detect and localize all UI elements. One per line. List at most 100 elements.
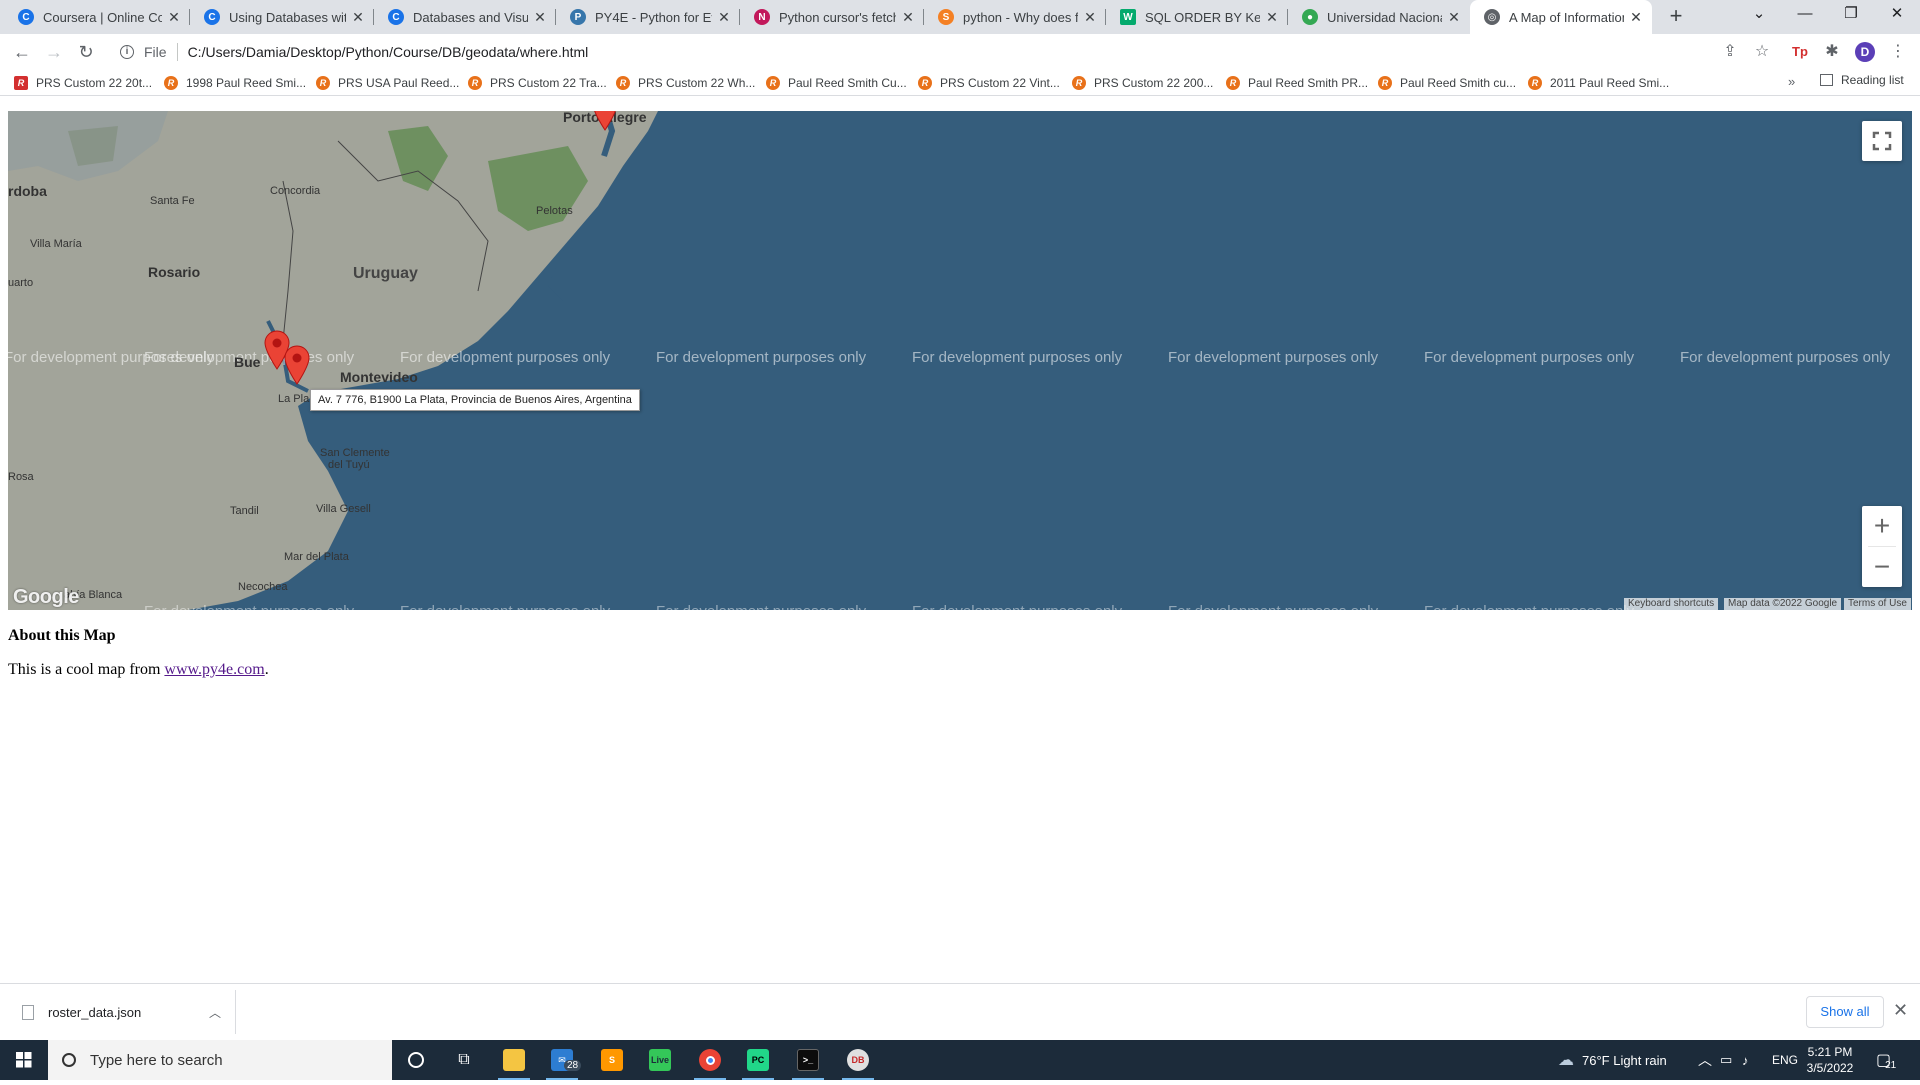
close-icon[interactable]: ✕: [1082, 9, 1098, 26]
back-arrow-icon[interactable]: ←: [8, 38, 36, 66]
bookmark-label: PRS Custom 22 Vint...: [940, 76, 1060, 90]
tab-coursera[interactable]: C Coursera | Online Cou ✕: [4, 0, 190, 34]
zoom-out-button[interactable]: −: [1862, 547, 1902, 587]
close-window-button[interactable]: ✕: [1874, 0, 1920, 30]
terms-of-use-link[interactable]: Terms of Use: [1844, 598, 1911, 610]
task-view-button[interactable]: ⧉: [440, 1040, 488, 1080]
bookmark-label: PRS Custom 22 Tra...: [490, 76, 607, 90]
bookmark-item[interactable]: R PRS Custom 22 200...: [1072, 73, 1213, 93]
bookmark-item[interactable]: R PRS Custom 22 Tra...: [468, 73, 607, 93]
menu-kebab-icon[interactable]: ⋮: [1886, 40, 1910, 64]
notifications-button[interactable]: ▢ 21: [1876, 1040, 1896, 1080]
profile-avatar[interactable]: D: [1855, 42, 1875, 62]
tab-search-chevron-icon[interactable]: ⌄: [1736, 0, 1782, 30]
pycharm-button[interactable]: PC: [734, 1040, 782, 1080]
bookmark-item[interactable]: R PRS USA Paul Reed...: [316, 73, 459, 93]
language-indicator[interactable]: ENG: [1772, 1040, 1798, 1080]
mail-button[interactable]: ✉ 28: [538, 1040, 586, 1080]
google-logo[interactable]: Google: [13, 586, 79, 609]
bookmark-item[interactable]: R 2011 Paul Reed Smi...: [1528, 73, 1669, 93]
cortana-button[interactable]: [392, 1040, 440, 1080]
live-server-button[interactable]: Live: [636, 1040, 684, 1080]
cortana-icon: [408, 1052, 424, 1068]
map-marker-pin[interactable]: [592, 111, 618, 131]
terminal-button[interactable]: >_: [784, 1040, 832, 1080]
tab-databases-visualization[interactable]: C Databases and Visuali ✕: [374, 0, 556, 34]
sqlite-browser-button[interactable]: DB: [834, 1040, 882, 1080]
close-icon[interactable]: ✕: [716, 9, 732, 26]
reverb-icon: R: [766, 76, 780, 90]
close-icon[interactable]: ✕: [166, 9, 182, 26]
close-icon[interactable]: ✕: [1264, 9, 1280, 26]
bookmark-item[interactable]: R Paul Reed Smith cu...: [1378, 73, 1516, 93]
about-paragraph: This is a cool map from www.py4e.com.: [8, 661, 269, 679]
fullscreen-button[interactable]: [1862, 121, 1902, 161]
close-icon[interactable]: ✕: [532, 9, 548, 26]
download-item[interactable]: roster_data.json ︿: [8, 990, 236, 1034]
tab-universidad[interactable]: ● Universidad Nacional ✕: [1288, 0, 1470, 34]
show-all-button[interactable]: Show all: [1806, 996, 1884, 1028]
place-label: Tandil: [230, 505, 259, 517]
bookmark-item[interactable]: R PRS Custom 22 Wh...: [616, 73, 755, 93]
place-label: San Clemente: [320, 447, 390, 459]
extensions-puzzle-icon[interactable]: ✱: [1820, 40, 1844, 64]
bookmark-label: Paul Reed Smith Cu...: [788, 76, 907, 90]
dev-watermark: For development purposes only: [400, 603, 610, 610]
bookmarks-overflow-button[interactable]: »: [1788, 74, 1795, 89]
weather-widget[interactable]: ☁ 76°F Light rain: [1558, 1040, 1667, 1080]
minimize-button[interactable]: —: [1782, 0, 1828, 30]
tab-py4e[interactable]: P PY4E - Python for Ever ✕: [556, 0, 740, 34]
reading-list-label: Reading list: [1841, 73, 1904, 87]
map-marker-pin[interactable]: [284, 345, 310, 385]
new-tab-button[interactable]: +: [1662, 3, 1690, 31]
share-icon[interactable]: ⇪: [1718, 40, 1742, 64]
bookmark-item[interactable]: R 1998 Paul Reed Smi...: [164, 73, 306, 93]
zoom-in-button[interactable]: +: [1862, 506, 1902, 546]
chevron-up-icon[interactable]: ︿: [209, 1004, 221, 1021]
tab-stackoverflow[interactable]: S python - Why does fe ✕: [924, 0, 1106, 34]
close-icon[interactable]: ✕: [900, 9, 916, 26]
tab-map-of-information[interactable]: ◎ A Map of Information ✕: [1470, 0, 1652, 34]
bookmarks-bar: R PRS Custom 22 20t... R 1998 Paul Reed Sm…: [0, 70, 1920, 96]
close-icon[interactable]: ✕: [1446, 9, 1462, 26]
bookmark-item[interactable]: R PRS Custom 22 20t...: [14, 73, 152, 93]
clock[interactable]: 5:21 PM 3/5/2022: [1800, 1044, 1860, 1076]
close-icon[interactable]: ✕: [350, 9, 366, 26]
close-icon[interactable]: ✕: [1628, 9, 1644, 26]
bookmark-item[interactable]: R Paul Reed Smith Cu...: [766, 73, 907, 93]
restore-button[interactable]: ❐: [1828, 0, 1874, 30]
volume-icon[interactable]: ♪: [1742, 1040, 1749, 1080]
bookmark-star-icon[interactable]: ☆: [1750, 40, 1774, 64]
google-map[interactable]: For development purposes only For develo…: [8, 111, 1912, 610]
bookmark-item[interactable]: R Paul Reed Smith PR...: [1226, 73, 1368, 93]
network-icon[interactable]: ▭: [1720, 1040, 1732, 1080]
address-bar[interactable]: i File C:/Users/Damia/Desktop/Python/Cou…: [108, 37, 1788, 67]
address-url[interactable]: C:/Users/Damia/Desktop/Python/Course/DB/…: [188, 44, 589, 60]
reading-list-button[interactable]: Reading list: [1820, 73, 1904, 87]
forward-arrow-icon[interactable]: →: [40, 38, 68, 66]
reload-icon[interactable]: ↻: [72, 38, 100, 66]
tab-python-cursor[interactable]: N Python cursor's fetcha ✕: [740, 0, 924, 34]
tab-title: Databases and Visuali: [413, 9, 528, 25]
sublime-button[interactable]: S: [588, 1040, 636, 1080]
start-button[interactable]: [0, 1040, 48, 1080]
place-label: Pelotas: [536, 205, 573, 217]
bookmark-item[interactable]: R PRS Custom 22 Vint...: [918, 73, 1060, 93]
extension-tp-icon[interactable]: Tp: [1788, 40, 1812, 64]
reverb-icon: R: [918, 76, 932, 90]
mail-badge: 28: [564, 1060, 582, 1071]
reverb-icon: R: [1528, 76, 1542, 90]
tab-using-databases[interactable]: C Using Databases with ✕: [190, 0, 374, 34]
taskbar-search-box[interactable]: Type here to search: [48, 1040, 392, 1080]
bookmark-label: 1998 Paul Reed Smi...: [186, 76, 307, 90]
keyboard-shortcuts-link[interactable]: Keyboard shortcuts: [1624, 598, 1719, 610]
map-data-attribution[interactable]: Map data ©2022 Google: [1724, 598, 1842, 610]
tab-sql-order-by[interactable]: W SQL ORDER BY Keywo ✕: [1106, 0, 1288, 34]
weather-text: 76°F Light rain: [1582, 1052, 1667, 1068]
info-icon[interactable]: i: [120, 45, 134, 59]
chrome-button[interactable]: [686, 1040, 734, 1080]
file-explorer-button[interactable]: [490, 1040, 538, 1080]
show-hidden-icons-button[interactable]: ︿: [1698, 1040, 1712, 1080]
py4e-link[interactable]: www.py4e.com: [164, 661, 264, 678]
close-icon[interactable]: ✕: [1893, 1000, 1908, 1021]
